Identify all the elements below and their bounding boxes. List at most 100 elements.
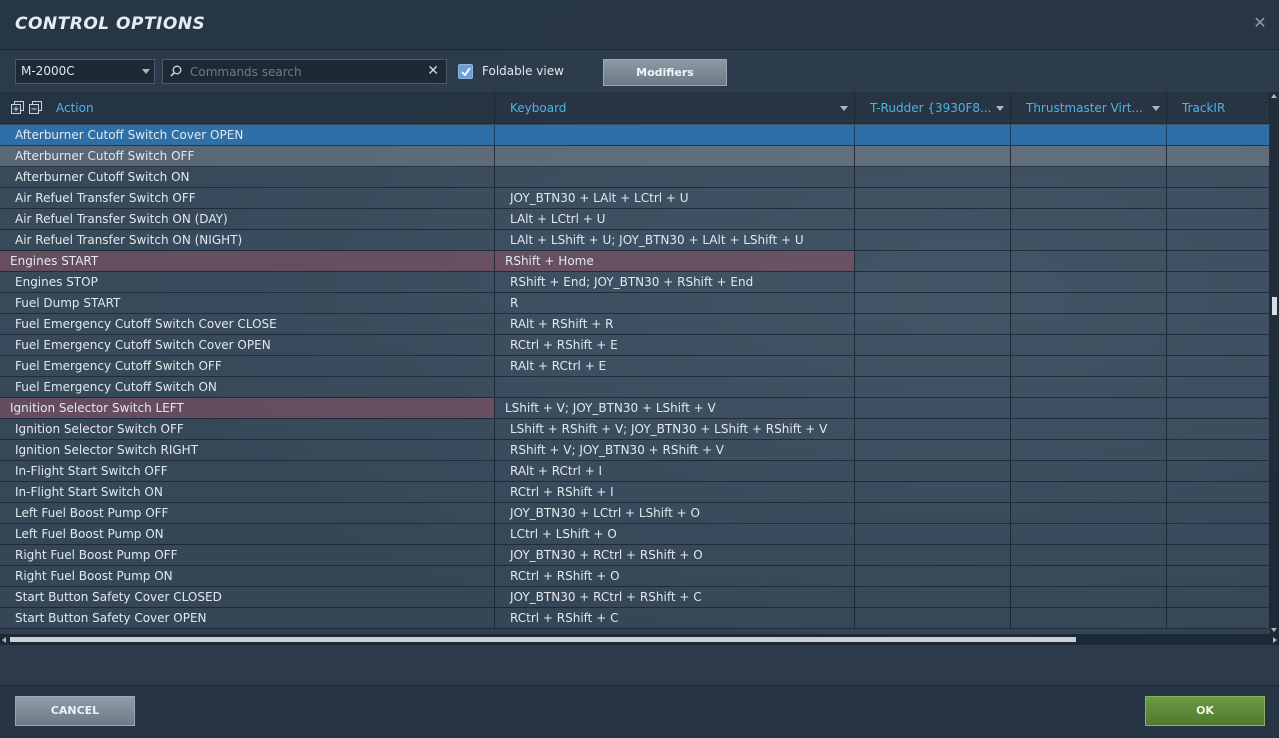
table-row[interactable]: Engines START RShift + Home: [0, 251, 1270, 272]
table-row[interactable]: Ignition Selector Switch RIGHT RShift + V…: [0, 440, 1270, 461]
throttle-cell[interactable]: [1011, 293, 1167, 313]
keyboard-cell[interactable]: LAlt + LCtrl + U: [495, 209, 855, 229]
close-icon[interactable]: ✕: [1253, 15, 1267, 31]
throttle-cell[interactable]: [1011, 440, 1167, 460]
action-cell[interactable]: Right Fuel Boost Pump OFF: [0, 545, 495, 565]
trackir-cell[interactable]: [1167, 125, 1270, 145]
throttle-cell[interactable]: [1011, 272, 1167, 292]
action-cell[interactable]: Ignition Selector Switch LEFT: [0, 398, 495, 418]
action-cell[interactable]: Afterburner Cutoff Switch Cover OPEN: [0, 125, 495, 145]
horizontal-scroll-thumb[interactable]: [10, 637, 1076, 642]
table-row[interactable]: Right Fuel Boost Pump ON RCtrl + RShift +…: [0, 566, 1270, 587]
table-row[interactable]: Engines STOP RShift + End; JOY_BTN30 + RS…: [0, 272, 1270, 293]
trackir-cell[interactable]: [1167, 566, 1270, 586]
throttle-cell[interactable]: [1011, 608, 1167, 628]
trackir-cell[interactable]: [1167, 524, 1270, 544]
commands-search[interactable]: ✕: [162, 59, 447, 84]
rudder-cell[interactable]: [855, 314, 1011, 334]
keyboard-cell[interactable]: RShift + End; JOY_BTN30 + RShift + End: [495, 272, 855, 292]
rudder-cell[interactable]: [855, 503, 1011, 523]
rudder-cell[interactable]: [855, 356, 1011, 376]
throttle-cell[interactable]: [1011, 566, 1167, 586]
rudder-cell[interactable]: [855, 608, 1011, 628]
table-row[interactable]: Fuel Emergency Cutoff Switch Cover CLOSE…: [0, 314, 1270, 335]
rudder-cell[interactable]: [855, 251, 1011, 271]
chevron-down-icon[interactable]: [1152, 106, 1160, 111]
throttle-cell[interactable]: [1011, 314, 1167, 334]
keyboard-cell[interactable]: JOY_BTN30 + LAlt + LCtrl + U: [495, 188, 855, 208]
table-row[interactable]: Ignition Selector Switch OFF LShift + RSh…: [0, 419, 1270, 440]
aircraft-select[interactable]: M-2000C: [15, 59, 155, 84]
rudder-cell[interactable]: [855, 419, 1011, 439]
keyboard-cell[interactable]: JOY_BTN30 + RCtrl + RShift + C: [495, 587, 855, 607]
column-rudder[interactable]: T-Rudder {3930F8...: [855, 92, 1011, 124]
table-row[interactable]: Right Fuel Boost Pump OFF JOY_BTN30 + RCt…: [0, 545, 1270, 566]
clear-search-icon[interactable]: ✕: [427, 63, 439, 79]
throttle-cell[interactable]: [1011, 251, 1167, 271]
throttle-cell[interactable]: [1011, 146, 1167, 166]
keyboard-cell[interactable]: RAlt + RCtrl + I: [495, 461, 855, 481]
rudder-cell[interactable]: [855, 272, 1011, 292]
keyboard-cell[interactable]: JOY_BTN30 + RCtrl + RShift + O: [495, 545, 855, 565]
action-cell[interactable]: Left Fuel Boost Pump ON: [0, 524, 495, 544]
rudder-cell[interactable]: [855, 209, 1011, 229]
rudder-cell[interactable]: [855, 524, 1011, 544]
action-cell[interactable]: Fuel Dump START: [0, 293, 495, 313]
table-row[interactable]: Ignition Selector Switch LEFT LShift + V;…: [0, 398, 1270, 419]
cancel-button[interactable]: CANCEL: [15, 696, 135, 726]
throttle-cell[interactable]: [1011, 461, 1167, 481]
trackir-cell[interactable]: [1167, 482, 1270, 502]
action-cell[interactable]: In-Flight Start Switch OFF: [0, 461, 495, 481]
action-cell[interactable]: Fuel Emergency Cutoff Switch ON: [0, 377, 495, 397]
horizontal-scrollbar[interactable]: [0, 634, 1279, 645]
trackir-cell[interactable]: [1167, 209, 1270, 229]
throttle-cell[interactable]: [1011, 524, 1167, 544]
keyboard-cell[interactable]: RShift + V; JOY_BTN30 + RShift + V: [495, 440, 855, 460]
table-row[interactable]: Fuel Dump START R: [0, 293, 1270, 314]
table-row[interactable]: In-Flight Start Switch ON RCtrl + RShift …: [0, 482, 1270, 503]
rudder-cell[interactable]: [855, 566, 1011, 586]
keyboard-cell[interactable]: RCtrl + RShift + I: [495, 482, 855, 502]
action-cell[interactable]: Fuel Emergency Cutoff Switch Cover OPEN: [0, 335, 495, 355]
keyboard-cell[interactable]: R: [495, 293, 855, 313]
keyboard-cell[interactable]: RAlt + RCtrl + E: [495, 356, 855, 376]
table-row[interactable]: Afterburner Cutoff Switch Cover OPEN: [0, 125, 1270, 146]
keyboard-cell[interactable]: RCtrl + RShift + O: [495, 566, 855, 586]
foldable-view-checkbox[interactable]: [458, 63, 473, 79]
keyboard-cell[interactable]: LAlt + LShift + U; JOY_BTN30 + LAlt + LS…: [495, 230, 855, 250]
action-cell[interactable]: Right Fuel Boost Pump ON: [0, 566, 495, 586]
throttle-cell[interactable]: [1011, 398, 1167, 418]
foldable-view-toggle[interactable]: Foldable view: [458, 63, 564, 79]
column-throttle[interactable]: Thrustmaster Virt...: [1011, 92, 1167, 124]
throttle-cell[interactable]: [1011, 125, 1167, 145]
trackir-cell[interactable]: [1167, 503, 1270, 523]
table-row[interactable]: Fuel Emergency Cutoff Switch ON: [0, 377, 1270, 398]
action-cell[interactable]: In-Flight Start Switch ON: [0, 482, 495, 502]
rudder-cell[interactable]: [855, 377, 1011, 397]
throttle-cell[interactable]: [1011, 377, 1167, 397]
action-cell[interactable]: Left Fuel Boost Pump OFF: [0, 503, 495, 523]
expand-all-icon[interactable]: [11, 101, 24, 114]
trackir-cell[interactable]: [1167, 335, 1270, 355]
table-row[interactable]: Afterburner Cutoff Switch ON: [0, 167, 1270, 188]
keyboard-cell[interactable]: [495, 146, 855, 166]
throttle-cell[interactable]: [1011, 230, 1167, 250]
search-input[interactable]: [190, 62, 420, 81]
trackir-cell[interactable]: [1167, 146, 1270, 166]
vertical-scrollbar[interactable]: [1270, 92, 1279, 634]
trackir-cell[interactable]: [1167, 188, 1270, 208]
rudder-cell[interactable]: [855, 398, 1011, 418]
table-row[interactable]: Start Button Safety Cover CLOSED JOY_BTN3…: [0, 587, 1270, 608]
rudder-cell[interactable]: [855, 482, 1011, 502]
rudder-cell[interactable]: [855, 230, 1011, 250]
throttle-cell[interactable]: [1011, 167, 1167, 187]
trackir-cell[interactable]: [1167, 230, 1270, 250]
action-cell[interactable]: Fuel Emergency Cutoff Switch OFF: [0, 356, 495, 376]
scroll-right-icon[interactable]: [1273, 637, 1277, 643]
keyboard-cell[interactable]: [495, 167, 855, 187]
keyboard-cell[interactable]: JOY_BTN30 + LCtrl + LShift + O: [495, 503, 855, 523]
keyboard-cell[interactable]: RCtrl + RShift + E: [495, 335, 855, 355]
throttle-cell[interactable]: [1011, 356, 1167, 376]
action-cell[interactable]: Engines START: [0, 251, 495, 271]
table-row[interactable]: Air Refuel Transfer Switch ON (DAY) LAlt …: [0, 209, 1270, 230]
